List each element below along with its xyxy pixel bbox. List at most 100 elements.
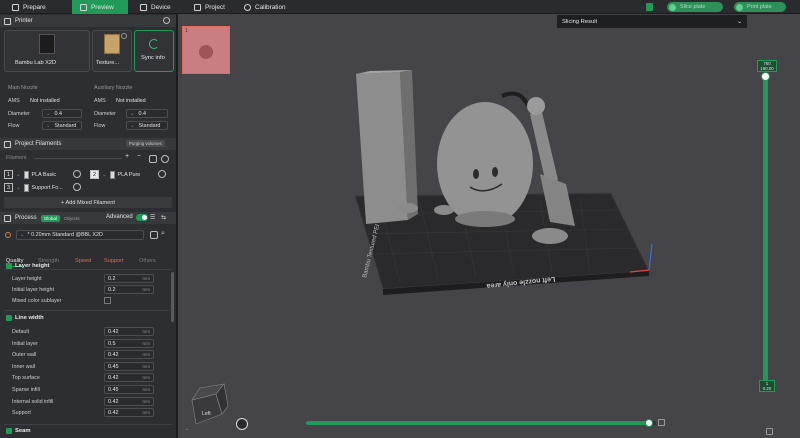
seam-group-title: Seam [15, 428, 31, 434]
tab-support[interactable]: Support [104, 258, 124, 264]
printer-name: Bambu Lab X2D [15, 60, 57, 66]
tab-device-label: Device [151, 3, 171, 11]
main-diameter-value: 0.4 [54, 110, 63, 117]
line-width-icon [6, 315, 12, 321]
line-width-label: Top surface [12, 375, 40, 382]
chevron-down-icon: ⌄ [46, 122, 51, 129]
vertical-slider-settings-icon[interactable] [766, 428, 773, 435]
slice-all-icon[interactable] [646, 3, 653, 11]
line-width-label: Outer wall [12, 352, 37, 359]
calibration-icon [244, 3, 251, 11]
filament-edit-icon[interactable] [73, 170, 81, 178]
line-width-label: Sparse infill [12, 387, 40, 393]
line-width-label: Internal solid infill [12, 398, 54, 405]
group-divider [4, 424, 172, 425]
3d-viewport[interactable]: 1 Slicing Result ⌄ Left nozzle only area… [180, 14, 800, 438]
plate-card[interactable]: Texture... [92, 30, 132, 72]
line-width-input[interactable]: 0.42 mm [104, 350, 154, 360]
print-toggle-knob [736, 3, 743, 11]
arm-ball [527, 97, 545, 115]
filament-edit-icon[interactable] [158, 170, 166, 178]
main-diameter-select[interactable]: ⌄ 0.4 [42, 109, 82, 118]
slice-plate-label: Slice plate [680, 4, 706, 10]
group-divider [4, 310, 172, 311]
tab-project-label: Project [205, 3, 225, 11]
vertical-slider-top-handle[interactable] [761, 72, 770, 81]
tab-speed[interactable]: Speed [75, 258, 91, 264]
layer-height-input[interactable]: 0.2 mm [104, 274, 154, 283]
global-toggle[interactable]: Global [40, 214, 60, 222]
layer-top-height: 150.00 [760, 66, 774, 71]
preview-icon [80, 3, 87, 11]
line-width-value: 0.42 [108, 398, 119, 405]
add-mixed-filament-button[interactable]: + Add Mixed Filament [4, 197, 172, 208]
mixed-color-checkbox[interactable] [104, 297, 111, 304]
filament-item-3[interactable]: 3 ⌄ Support Fo... [4, 182, 63, 193]
tab-calibration[interactable]: Calibration [236, 0, 294, 14]
horizontal-slider-handle[interactable] [645, 419, 653, 427]
layer-height-icon [6, 263, 12, 269]
filament-swatch [23, 183, 29, 192]
horizontal-slider-track[interactable] [306, 419, 656, 427]
initial-layer-height-input[interactable]: 0.2 mm [104, 285, 154, 294]
line-width-input[interactable]: 0.42 mm [104, 373, 154, 383]
search-icon[interactable]: ⌕ [161, 230, 165, 238]
add-filament-icon[interactable]: + [125, 153, 129, 160]
aux-flow-select[interactable]: ⌄ Standard [126, 121, 168, 130]
tab-project[interactable]: Project [186, 0, 233, 14]
line-width-input[interactable]: 0.42 mm [104, 396, 154, 406]
line-width-input[interactable]: 0.42 mm [104, 408, 154, 418]
aux-nozzle-title: Auxiliary Nozzle [94, 85, 133, 91]
filament-name: Support Fo... [31, 184, 63, 191]
save-preset-icon[interactable] [150, 231, 158, 239]
egg-base [455, 211, 515, 227]
tab-prepare[interactable]: Prepare [4, 0, 54, 14]
filament-edit-icon[interactable] [73, 183, 81, 191]
aux-diameter-select[interactable]: ⌄ 0.4 [126, 109, 168, 118]
sync-info-button[interactable]: Sync info [134, 30, 174, 72]
main-flow-select[interactable]: ⌄ Standard [42, 121, 82, 130]
tab-preview[interactable]: Preview [72, 0, 128, 14]
unit-label: mm [142, 398, 151, 404]
advanced-label: Advanced [106, 214, 133, 220]
purging-volumes-button[interactable]: Purging volumes [126, 140, 165, 147]
process-scrollbar[interactable] [171, 272, 174, 322]
filament-name: PLA Pure [117, 171, 141, 178]
slider-settings-icon[interactable] [658, 419, 665, 426]
objects-toggle[interactable]: Objects [64, 216, 80, 221]
chevron-down-icon: ⌄ [102, 171, 107, 178]
list-icon[interactable]: ☰ [150, 214, 155, 221]
filament-item-1[interactable]: 1 ⌄ PLA Basic [4, 169, 56, 180]
cube-menu-icon[interactable]: ⌄ [185, 426, 189, 432]
unit-label: mm [142, 375, 151, 381]
info-icon[interactable] [121, 33, 127, 39]
filament-settings-gear-icon[interactable] [161, 155, 169, 163]
vertical-slider-track[interactable] [763, 74, 768, 386]
printer-card[interactable]: Bambu Lab X2D [4, 30, 90, 72]
line-width-value: 0.42 [108, 375, 119, 382]
slice-plate-button[interactable]: Slice plate [667, 2, 723, 12]
chevron-down-icon: ⌄ [130, 122, 135, 129]
filament-swatch [109, 170, 115, 179]
remove-filament-icon[interactable]: − [137, 153, 141, 160]
texture-plate-image [104, 34, 120, 54]
line-width-input[interactable]: 0.42 mm [104, 327, 154, 336]
compare-icon[interactable]: ⇆ [161, 214, 166, 221]
filament-grid-icon[interactable] [149, 155, 157, 163]
chevron-down-icon: ⌄ [16, 171, 21, 178]
horizontal-slider-fill [306, 421, 649, 425]
tab-others[interactable]: Others [139, 258, 156, 264]
printer-section-header: Printer [0, 15, 176, 27]
process-preset-select[interactable]: ⌄ * 0.20mm Standard @BBL X2D [16, 230, 144, 240]
tab-device[interactable]: Device [132, 0, 179, 14]
line-width-input[interactable]: 0.45 mm [104, 385, 154, 394]
advanced-toggle[interactable] [136, 214, 148, 221]
line-width-input[interactable]: 0.5 mm [104, 338, 154, 348]
line-width-value: 0.45 [108, 387, 119, 393]
line-width-input[interactable]: 0.45 mm [104, 361, 154, 371]
printer-settings-gear-icon[interactable] [163, 17, 170, 24]
filament-item-2[interactable]: 2 ⌄ PLA Pure [90, 169, 140, 180]
screenshot-icon[interactable] [236, 418, 248, 430]
print-plate-button[interactable]: Print plate [734, 2, 786, 12]
layer-bottom-height: 0.20 [762, 386, 772, 391]
